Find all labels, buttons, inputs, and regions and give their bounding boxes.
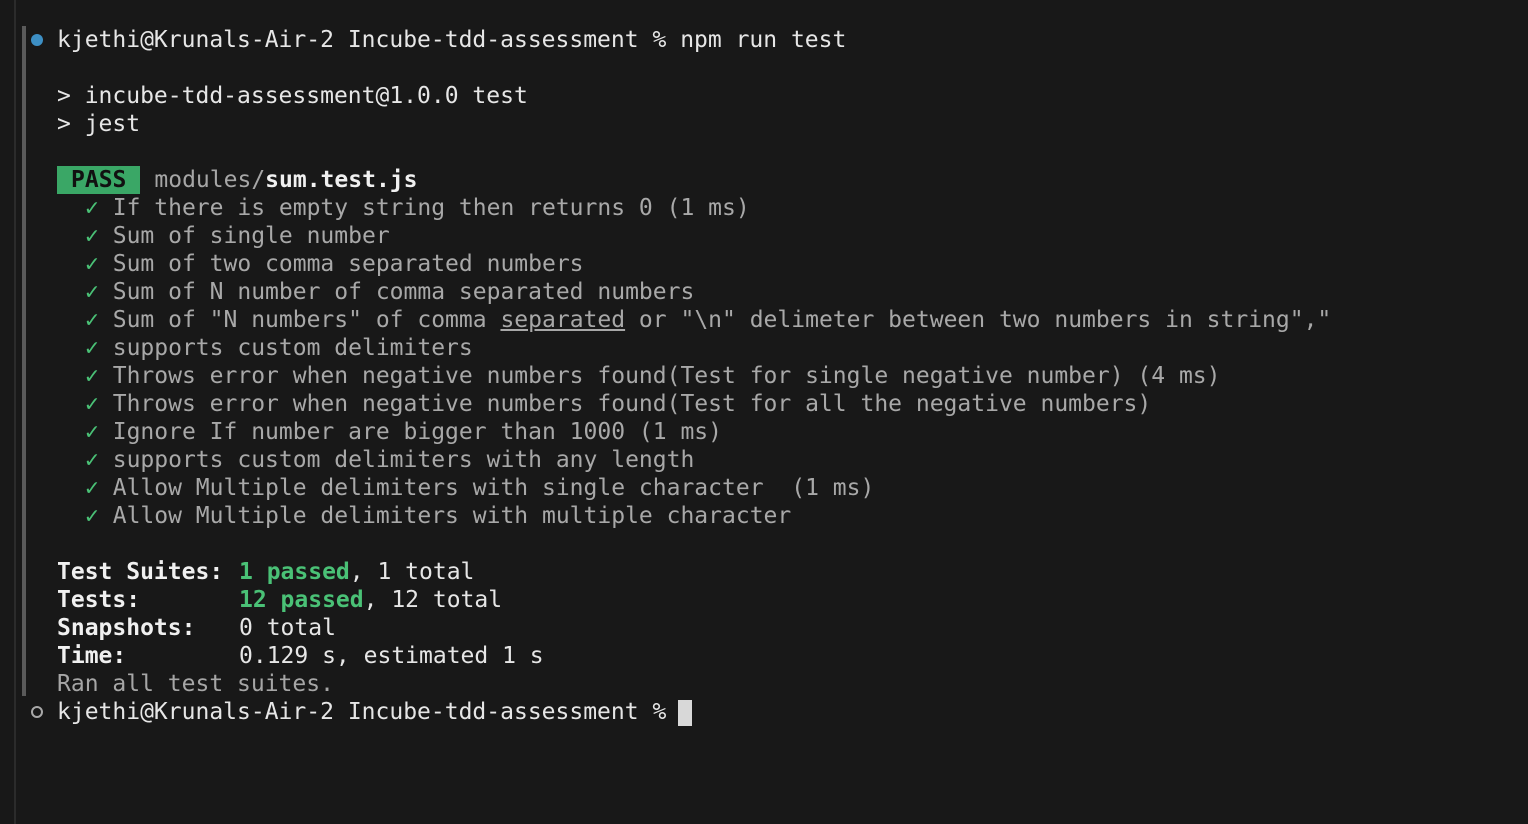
test-result-line: ✓ If there is empty string then returns … [85, 194, 750, 222]
check-icon: ✓ [85, 419, 99, 445]
test-result-line: ✓ Sum of "N numbers" of comma separated … [85, 306, 1331, 334]
check-icon: ✓ [85, 279, 99, 305]
suites-passed: 1 passed [239, 559, 350, 585]
suite-path-file: sum.test.js [265, 167, 418, 193]
test-result-line: ✓ Allow Multiple delimiters with multipl… [85, 502, 791, 530]
check-icon: ✓ [85, 363, 99, 389]
test-result-line: ✓ Sum of single number [85, 222, 390, 250]
summary-time: Time: 0.129 s, estimated 1 s [57, 642, 544, 670]
test-name: Allow Multiple delimiters with single ch… [112, 475, 875, 501]
prompt-cwd: Incube-tdd-assessment [347, 27, 639, 53]
suites-total: , 1 total [349, 559, 475, 585]
tests-passed: 12 passed [239, 587, 364, 613]
text-cursor[interactable] [678, 699, 693, 726]
check-icon: ✓ [85, 475, 99, 501]
command-line: kjethi@Krunals-Air-2 Incube-tdd-assessme… [57, 26, 846, 54]
test-name: Throws error when negative numbers found… [112, 391, 1152, 417]
check-icon: ✓ [85, 307, 99, 333]
test-result-line: ✓ Sum of N number of comma separated num… [85, 278, 694, 306]
test-result-line: ✓ Allow Multiple delimiters with single … [85, 474, 874, 502]
prompt-user-host: kjethi@Krunals-Air-2 [57, 27, 334, 53]
check-icon: ✓ [85, 335, 99, 361]
terminal-panel[interactable]: kjethi@Krunals-Air-2 Incube-tdd-assessme… [0, 0, 1528, 824]
summary-label: Time: [57, 643, 127, 669]
prompt-cwd: Incube-tdd-assessment [347, 699, 639, 725]
test-name: If there is empty string then returns 0 … [112, 195, 750, 221]
prompt-symbol: % [652, 27, 667, 53]
summary-label: Tests: [57, 587, 141, 613]
test-name: Ignore If number are bigger than 1000 (1… [112, 419, 722, 445]
script-line: > jest [57, 111, 141, 137]
panel-edge [14, 0, 16, 824]
summary-snapshots: Snapshots: 0 total [57, 614, 336, 642]
check-icon: ✓ [85, 223, 99, 249]
summary-label: Test Suites: [57, 559, 224, 585]
prompt-command: npm run test [680, 27, 847, 53]
test-name: Sum of two comma separated numbers [112, 251, 584, 277]
test-result-line: ✓ Throws error when negative numbers fou… [85, 362, 1221, 390]
check-icon: ✓ [85, 391, 99, 417]
time-value: 0.129 s, estimated 1 s [239, 643, 544, 669]
script-line: > incube-tdd-assessment@1.0.0 test [57, 83, 528, 109]
check-icon: ✓ [85, 503, 99, 529]
prompt-symbol: % [652, 699, 667, 725]
test-result-line: ✓ Sum of two comma separated numbers [85, 250, 584, 278]
prompt-user-host: kjethi@Krunals-Air-2 [57, 699, 334, 725]
test-result-line: ✓ Ignore If number are bigger than 1000 … [85, 418, 722, 446]
test-name: Sum of single number [112, 223, 390, 249]
test-result-line: ✓ supports custom delimiters with any le… [85, 446, 694, 474]
snapshots-value: 0 total [239, 615, 336, 641]
test-name-part: Sum of "N numbers" of comma [112, 307, 501, 333]
check-icon: ✓ [85, 447, 99, 473]
command-idle-decoration[interactable] [31, 706, 43, 718]
test-name: Throws error when negative numbers found… [112, 363, 1221, 389]
summary-label: Snapshots: [57, 615, 196, 641]
check-icon: ✓ [85, 195, 99, 221]
test-name-part: or "\n" delimeter between two numbers in… [625, 307, 1332, 333]
test-name: Allow Multiple delimiters with multiple … [112, 503, 792, 529]
command-success-decoration[interactable] [31, 34, 43, 46]
test-name: Sum of "N numbers" of comma separated or… [113, 307, 1332, 333]
active-prompt-line[interactable]: kjethi@Krunals-Air-2 Incube-tdd-assessme… [57, 698, 693, 726]
ran-all-line: Ran all test suites. [57, 671, 334, 697]
suite-path-dir: modules/ [154, 167, 266, 193]
pass-badge: PASS [57, 166, 141, 194]
tests-total: , 12 total [363, 587, 503, 613]
check-icon: ✓ [85, 251, 99, 277]
summary-suites: Test Suites: 1 passed, 1 total [57, 558, 474, 586]
test-name: Sum of N number of comma separated numbe… [112, 279, 695, 305]
test-name: supports custom delimiters [112, 335, 473, 361]
detected-link[interactable]: separated [500, 307, 625, 333]
test-result-line: ✓ Throws error when negative numbers fou… [85, 390, 1151, 418]
command-group-rail [22, 26, 26, 696]
suite-result-line: PASS modules/sum.test.js [57, 166, 418, 194]
test-result-line: ✓ supports custom delimiters [85, 334, 473, 362]
test-name: supports custom delimiters with any leng… [112, 447, 695, 473]
summary-tests: Tests: 12 passed, 12 total [57, 586, 502, 614]
